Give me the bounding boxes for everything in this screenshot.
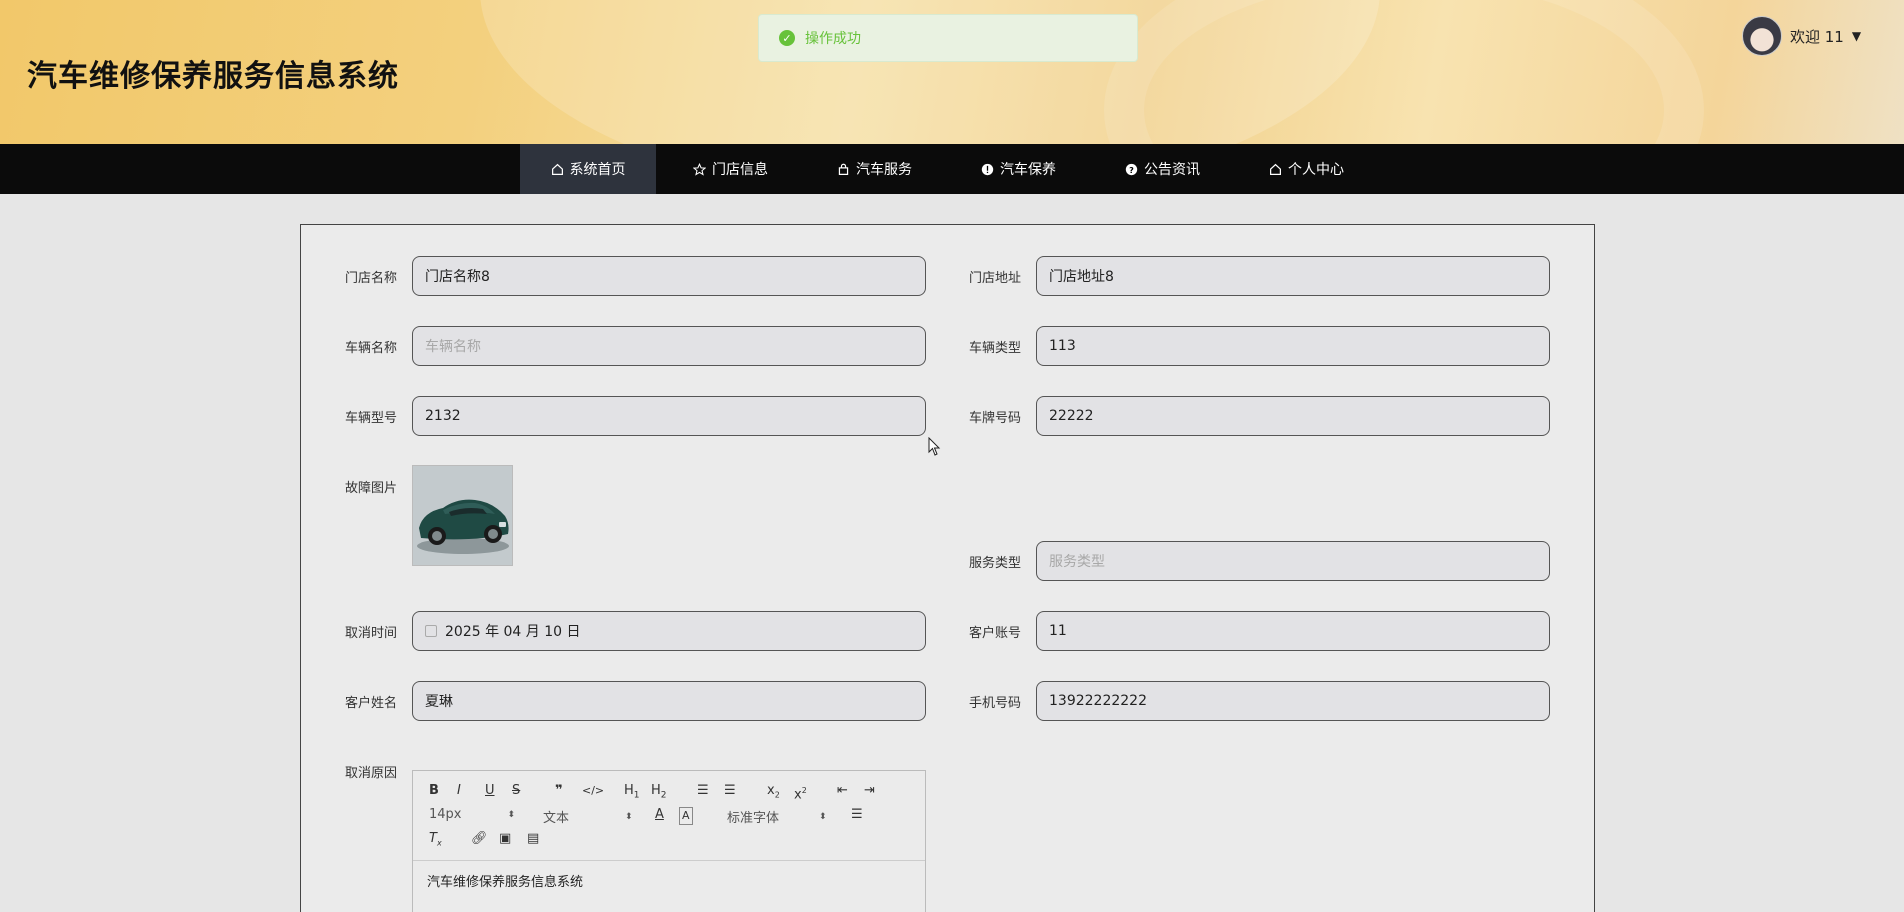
ordered-list-icon[interactable]: ☰ (697, 783, 709, 799)
phone-field[interactable]: 13922222222 (1036, 681, 1550, 721)
caret-down-icon[interactable]: ▼ (1852, 29, 1861, 43)
info-icon (981, 163, 994, 175)
nav-item-personal-center[interactable]: 个人中心 (1269, 144, 1344, 194)
image-icon[interactable]: ▣ (499, 831, 511, 847)
updown-icon: ⬍ (625, 811, 633, 822)
text-style-value: 文本 (543, 811, 570, 826)
background-color-icon[interactable]: A (679, 807, 693, 825)
nav-label: 个人中心 (1288, 162, 1344, 178)
welcome-text[interactable]: 欢迎 11 (1790, 26, 1844, 47)
vehicle-model-label: 车辆型号 (345, 411, 398, 426)
service-type-field[interactable]: 服务类型 (1036, 541, 1550, 581)
phone-label: 手机号码 (969, 696, 1022, 711)
check-circle-icon: ✓ (779, 30, 795, 46)
store-address-field[interactable]: 门店地址8 (1036, 256, 1550, 296)
cancel-time-label: 取消时间 (345, 626, 398, 641)
strikethrough-icon[interactable]: S (512, 783, 520, 799)
editor-toolbar: B I U S ❞ </> H1 H2 ☰ ☰ x2 x2 ⇤ ⇥ 14px ⬍… (413, 771, 925, 861)
svg-text:?: ? (1129, 164, 1134, 174)
blockquote-icon[interactable]: ❞ (555, 783, 563, 799)
toast-message: 操作成功 (805, 31, 861, 47)
question-icon: ? (1125, 163, 1138, 175)
heading2-icon[interactable]: H2 (651, 783, 667, 804)
nav-label: 汽车服务 (856, 162, 912, 178)
vehicle-type-label: 车辆类型 (969, 341, 1022, 356)
indent-icon[interactable]: ⇥ (864, 783, 875, 799)
store-address-label: 门店地址 (969, 271, 1022, 286)
text-style-select[interactable]: 文本 ⬍ (543, 807, 633, 826)
vehicle-type-field[interactable]: 113 (1036, 326, 1550, 366)
store-name-field[interactable]: 门店名称8 (412, 256, 926, 296)
nav-item-announcements[interactable]: ? 公告资讯 (1125, 144, 1200, 194)
cancel-reason-label: 取消原因 (345, 766, 398, 781)
home-icon (1270, 163, 1281, 175)
italic-icon[interactable]: I (457, 783, 461, 799)
car-image (413, 466, 512, 565)
clear-format-icon[interactable]: Tx (429, 831, 442, 852)
font-family-value: 标准字体 (727, 811, 780, 826)
code-icon[interactable]: </> (582, 783, 604, 799)
customer-name-field[interactable]: 夏琳 (412, 681, 926, 721)
font-family-select[interactable]: 标准字体 ⬍ (727, 807, 827, 826)
nav-item-car-maintenance[interactable]: 汽车保养 (981, 144, 1056, 194)
bold-icon[interactable]: B (429, 783, 439, 799)
plate-number-field[interactable]: 22222 (1036, 396, 1550, 436)
nav-label: 公告资讯 (1144, 162, 1200, 178)
star-icon (693, 162, 706, 176)
customer-account-field[interactable]: 11 (1036, 611, 1550, 651)
subscript-icon[interactable]: x2 (767, 783, 780, 804)
outdent-icon[interactable]: ⇤ (837, 783, 848, 799)
fault-image-thumbnail[interactable] (412, 465, 513, 566)
font-color-icon[interactable]: A (655, 807, 664, 823)
store-name-label: 门店名称 (345, 271, 398, 286)
customer-name-label: 客户姓名 (345, 696, 398, 711)
success-toast: ✓ 操作成功 (758, 14, 1138, 62)
service-type-label: 服务类型 (969, 556, 1022, 571)
updown-icon: ⬍ (507, 809, 516, 820)
underline-icon[interactable]: U (485, 783, 495, 799)
calendar-icon (425, 625, 437, 637)
home-icon (551, 163, 563, 175)
vehicle-name-field[interactable]: 车辆名称 (412, 326, 926, 366)
align-left-icon[interactable]: ☰ (851, 807, 863, 823)
cancel-time-field[interactable]: 2025 年 04 月 10 日 (412, 611, 926, 651)
main-nav: 系统首页 门店信息 汽车服务 汽车保养 ? 公告资讯 个人中心 (0, 144, 1904, 194)
bag-icon (838, 163, 849, 175)
heading1-icon[interactable]: H1 (624, 783, 640, 804)
superscript-icon[interactable]: x2 (794, 783, 807, 803)
nav-label: 汽车保养 (1000, 162, 1056, 178)
nav-label: 系统首页 (569, 162, 626, 178)
cancel-reason-editor[interactable]: B I U S ❞ </> H1 H2 ☰ ☰ x2 x2 ⇤ ⇥ 14px ⬍… (412, 770, 926, 912)
cancel-time-value: 2025 年 04 月 10 日 (445, 624, 581, 640)
bullet-list-icon[interactable]: ☰ (724, 783, 736, 799)
vehicle-model-field[interactable]: 2132 (412, 396, 926, 436)
avatar[interactable] (1742, 16, 1782, 56)
font-size-value: 14px (429, 807, 462, 822)
form-card: 门店名称 门店名称8 门店地址 门店地址8 车辆名称 车辆名称 车辆类型 113… (300, 224, 1595, 912)
vehicle-name-label: 车辆名称 (345, 341, 398, 356)
nav-item-store-info[interactable]: 门店信息 (693, 144, 768, 194)
plate-number-label: 车牌号码 (969, 411, 1022, 426)
mouse-cursor-icon (928, 437, 941, 456)
video-icon[interactable]: ▤ (527, 831, 539, 847)
fault-image-label: 故障图片 (345, 481, 398, 496)
link-icon[interactable]: 🔗︎ (471, 831, 488, 847)
editor-content[interactable]: 汽车维修保养服务信息系统 (413, 861, 925, 900)
font-size-select[interactable]: 14px ⬍ (429, 807, 515, 822)
updown-icon: ⬍ (819, 811, 827, 822)
nav-item-car-service[interactable]: 汽车服务 (837, 144, 912, 194)
system-title: 汽车维修保养服务信息系统 (27, 59, 399, 94)
nav-label: 门店信息 (712, 162, 768, 178)
nav-item-home[interactable]: 系统首页 (520, 144, 656, 194)
user-menu[interactable]: 欢迎 11 ▼ (1742, 16, 1861, 56)
customer-account-label: 客户账号 (969, 626, 1022, 641)
